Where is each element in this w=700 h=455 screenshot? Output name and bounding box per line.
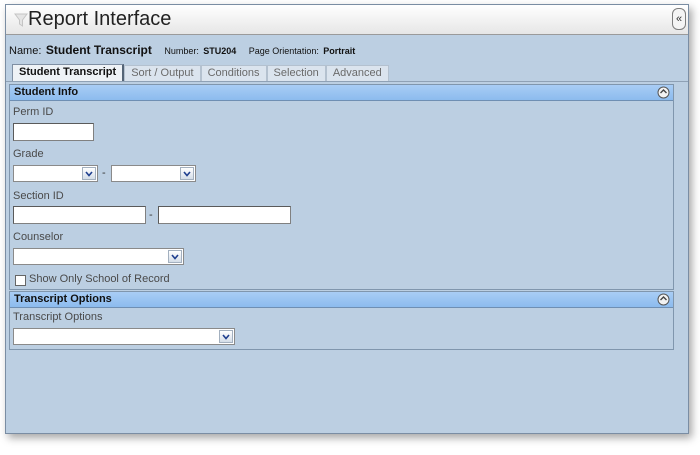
section-id-from-input[interactable]: [13, 206, 146, 224]
title-bar: Report Interface «: [6, 5, 688, 35]
grade-from-select[interactable]: [13, 165, 98, 182]
transcript-options-header: Transcript Options: [10, 292, 673, 308]
chevron-down-icon: [85, 171, 93, 177]
name-value: Student Transcript: [45, 43, 152, 57]
perm-id-input[interactable]: [13, 123, 94, 141]
grade-to-dropdown[interactable]: [180, 167, 194, 180]
name-label: Name:: [9, 45, 42, 57]
window-title: Report Interface: [28, 8, 172, 30]
student-info-title: Student Info: [14, 86, 79, 98]
tab-divider: [6, 81, 688, 82]
tab-sort-output[interactable]: Sort / Output: [124, 65, 201, 82]
tab-student-transcript[interactable]: Student Transcript: [12, 64, 125, 82]
grade-from-dropdown[interactable]: [82, 167, 96, 180]
transcript-options-section: Transcript Options Transcript Options: [9, 291, 674, 350]
collapse-button[interactable]: «: [672, 8, 686, 30]
transcript-options-dropdown[interactable]: [219, 330, 233, 343]
chevron-down-icon: [222, 334, 230, 340]
grade-separator: -: [102, 167, 106, 179]
report-meta: Name: Student Transcript Number: STU204 …: [9, 41, 363, 57]
student-info-header: Student Info: [10, 85, 673, 101]
number-label: Number:: [164, 46, 199, 56]
orientation-value: Portrait: [323, 46, 356, 56]
transcript-options-label: Transcript Options: [13, 311, 103, 323]
student-info-section: Student Info Perm ID Grade - Section ID …: [9, 84, 674, 290]
circle-arrow-icon[interactable]: [657, 293, 670, 306]
counselor-select[interactable]: [13, 248, 184, 265]
grade-to-select[interactable]: [111, 165, 196, 182]
section-id-to-input[interactable]: [158, 206, 291, 224]
report-window: Report Interface « Name: Student Transcr…: [5, 4, 689, 434]
number-value: STU204: [203, 46, 237, 56]
orientation-label: Page Orientation:: [248, 46, 319, 56]
tab-conditions[interactable]: Conditions: [200, 65, 267, 82]
tab-bar: Student Transcript Sort / Output Conditi…: [12, 64, 389, 82]
chevron-down-icon: [183, 171, 191, 177]
counselor-dropdown[interactable]: [168, 250, 182, 263]
double-chevron-left-icon: «: [675, 13, 683, 25]
show-only-school-label: Show Only School of Record: [29, 273, 170, 285]
grade-label: Grade: [13, 148, 44, 160]
section-id-label: Section ID: [13, 190, 64, 202]
tab-selection[interactable]: Selection: [266, 65, 326, 82]
transcript-options-title: Transcript Options: [14, 293, 112, 305]
perm-id-label: Perm ID: [13, 106, 54, 118]
transcript-options-select[interactable]: [13, 328, 235, 345]
chevron-down-icon: [171, 254, 179, 260]
show-only-school-checkbox[interactable]: [15, 275, 26, 286]
counselor-label: Counselor: [13, 231, 64, 243]
funnel-icon: [14, 13, 28, 27]
tab-advanced[interactable]: Advanced: [325, 65, 389, 82]
section-id-separator: -: [149, 209, 153, 221]
circle-arrow-icon[interactable]: [657, 86, 670, 99]
